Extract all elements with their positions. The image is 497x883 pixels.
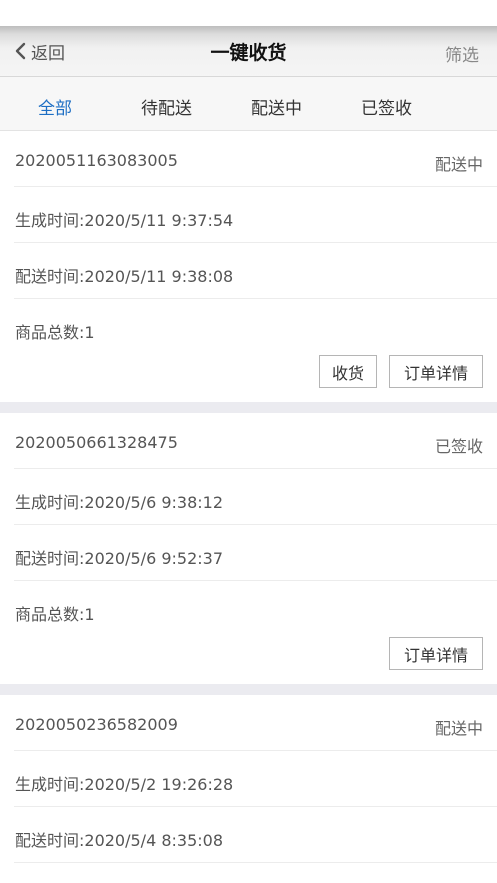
delivery-time-row: 配送时间:2020/5/6 9:52:37 bbox=[14, 525, 497, 581]
order-number: 2020050661328475 bbox=[15, 433, 178, 452]
order-status: 配送中 bbox=[434, 155, 483, 174]
tab-signed[interactable]: 已签收 bbox=[361, 94, 412, 119]
order-list: 2020051163083005 配送中 生成时间:2020/5/11 9:37… bbox=[0, 131, 497, 863]
delivery-time: 配送时间:2020/5/4 8:35:08 bbox=[15, 831, 224, 850]
created-time-row: 生成时间:2020/5/6 9:38:12 bbox=[14, 469, 497, 525]
created-time: 生成时间:2020/5/11 9:37:54 bbox=[15, 211, 234, 230]
delivery-time-row: 配送时间:2020/5/11 9:38:08 bbox=[14, 243, 497, 299]
order-card: 2020051163083005 配送中 生成时间:2020/5/11 9:37… bbox=[0, 131, 497, 402]
nav-bar: 返回 一键收货 筛选 bbox=[0, 26, 497, 77]
order-header-row: 2020050236582009 配送中 bbox=[14, 695, 497, 751]
filter-button[interactable]: 筛选 bbox=[445, 41, 479, 66]
page-title: 一键收货 bbox=[210, 42, 287, 64]
item-count-row: 商品总数:1 bbox=[14, 299, 497, 355]
created-time: 生成时间:2020/5/2 19:26:28 bbox=[15, 775, 234, 794]
order-detail-button[interactable]: 订单详情 bbox=[389, 637, 483, 670]
item-count-row: 商品总数:1 bbox=[14, 581, 497, 637]
card-separator bbox=[0, 684, 497, 695]
order-status: 已签收 bbox=[434, 437, 483, 456]
status-bar bbox=[0, 0, 497, 26]
item-count: 商品总数:1 bbox=[15, 323, 95, 342]
order-header-row: 2020050661328475 已签收 bbox=[14, 413, 497, 469]
tab-in-delivery[interactable]: 配送中 bbox=[251, 94, 302, 119]
order-number: 2020051163083005 bbox=[15, 151, 178, 170]
delivery-time: 配送时间:2020/5/6 9:52:37 bbox=[15, 549, 224, 568]
created-time-row: 生成时间:2020/5/2 19:26:28 bbox=[14, 751, 497, 807]
delivery-time-row: 配送时间:2020/5/4 8:35:08 bbox=[14, 807, 497, 863]
created-time-row: 生成时间:2020/5/11 9:37:54 bbox=[14, 187, 497, 243]
order-card: 2020050661328475 已签收 生成时间:2020/5/6 9:38:… bbox=[0, 413, 497, 684]
card-separator bbox=[0, 402, 497, 413]
order-actions: 订单详情 bbox=[0, 637, 497, 684]
order-actions: 收货 订单详情 bbox=[0, 355, 497, 402]
order-header-row: 2020051163083005 配送中 bbox=[14, 131, 497, 187]
created-time: 生成时间:2020/5/6 9:38:12 bbox=[15, 493, 224, 512]
item-count: 商品总数:1 bbox=[15, 605, 95, 624]
tab-all[interactable]: 全部 bbox=[38, 94, 72, 119]
receive-button[interactable]: 收货 bbox=[319, 355, 377, 388]
delivery-time: 配送时间:2020/5/11 9:38:08 bbox=[15, 267, 234, 286]
order-number: 2020050236582009 bbox=[15, 715, 178, 734]
order-status: 配送中 bbox=[434, 719, 483, 738]
tab-bar: 全部 待配送 配送中 已签收 bbox=[0, 77, 497, 131]
tab-pending-delivery[interactable]: 待配送 bbox=[141, 94, 192, 119]
order-card: 2020050236582009 配送中 生成时间:2020/5/2 19:26… bbox=[0, 695, 497, 863]
order-detail-button[interactable]: 订单详情 bbox=[389, 355, 483, 388]
